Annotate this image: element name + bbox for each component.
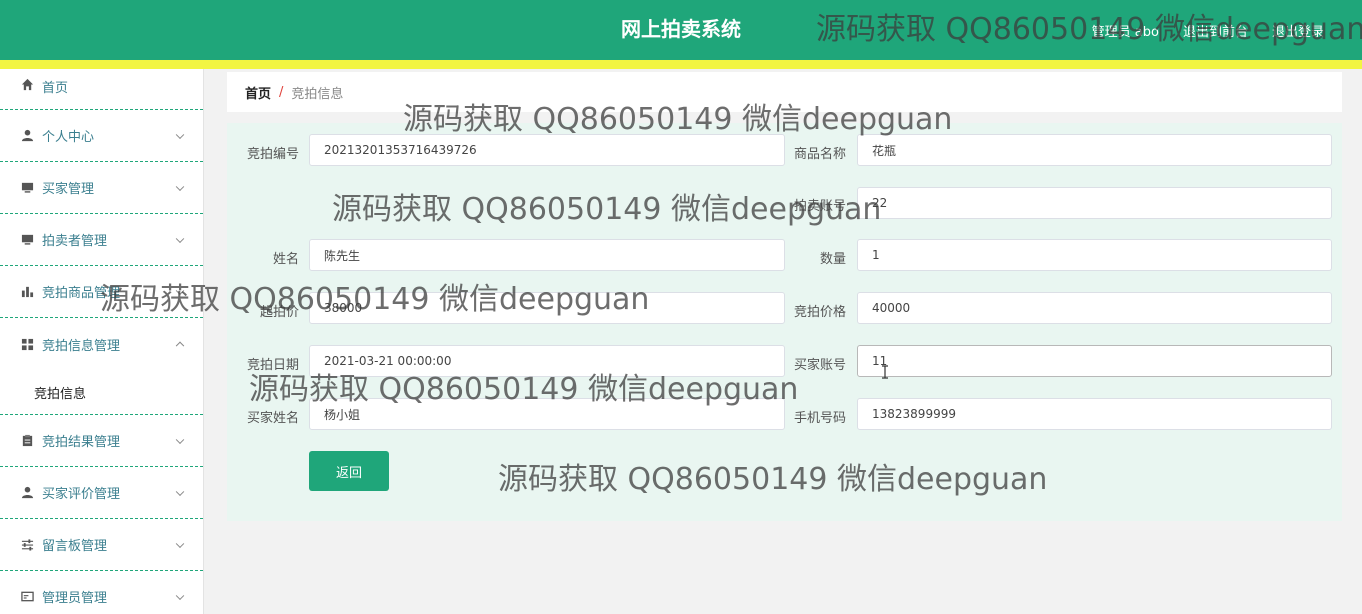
quantity-field[interactable] xyxy=(857,239,1332,271)
bid-date-field[interactable] xyxy=(309,345,785,377)
chevron-up-icon xyxy=(175,341,185,351)
sliders-icon xyxy=(20,538,34,552)
auction-number-field[interactable] xyxy=(309,134,785,166)
auction-number-label: 竞拍编号 xyxy=(246,147,299,162)
bid-price-label: 竞拍价格 xyxy=(793,305,846,320)
chevron-down-icon xyxy=(175,130,185,139)
auction-detail-form: 竞拍编号 商品名称 拍卖账号 姓名 数量 起拍价 竞拍价格 竞拍日期 买家账号 … xyxy=(227,123,1342,521)
card-icon xyxy=(20,590,34,604)
breadcrumb-home[interactable]: 首页 xyxy=(245,83,271,102)
sidebar-item-label: 竞拍商品管理 xyxy=(42,286,121,301)
grid-icon xyxy=(20,337,34,351)
name-field[interactable] xyxy=(309,239,785,271)
logout-link[interactable]: 退出登录 xyxy=(1272,21,1324,40)
name-label: 姓名 xyxy=(272,252,299,267)
bar-chart-icon xyxy=(20,285,34,299)
submenu-item-auction-info[interactable]: 竞拍信息 xyxy=(0,370,203,415)
chevron-down-icon xyxy=(175,182,185,191)
header-accent-bar xyxy=(0,60,1362,69)
seller-account-label: 拍卖账号 xyxy=(793,199,846,214)
sidebar-item-label: 个人中心 xyxy=(42,130,95,145)
back-button[interactable]: 返回 xyxy=(309,451,389,491)
sidebar-item-label: 竞拍结果管理 xyxy=(42,435,121,450)
user-icon xyxy=(20,486,34,500)
back-home-link[interactable]: 退出到前台 xyxy=(1183,21,1248,40)
sidebar-item-auction-info[interactable]: 竞拍信息管理 xyxy=(0,318,203,370)
monitor-icon xyxy=(20,181,34,195)
chevron-down-icon xyxy=(175,435,185,444)
breadcrumb-separator: / xyxy=(279,84,284,100)
sidebar-item-profile[interactable]: 个人中心 xyxy=(0,110,203,162)
starting-price-label: 起拍价 xyxy=(259,305,299,320)
product-name-label: 商品名称 xyxy=(793,147,846,162)
product-name-field[interactable] xyxy=(857,134,1332,166)
breadcrumb-current: 竞拍信息 xyxy=(291,86,344,102)
sidebar-item-auction-results[interactable]: 竞拍结果管理 xyxy=(0,415,203,467)
chevron-down-icon xyxy=(175,591,185,600)
bid-date-label: 竞拍日期 xyxy=(246,358,299,373)
sidebar-item-label: 买家管理 xyxy=(42,182,95,197)
user-icon xyxy=(20,129,34,143)
breadcrumb: 首页 / 竞拍信息 xyxy=(227,72,1342,112)
text-cursor-icon xyxy=(882,365,888,379)
sidebar-item-label: 留言板管理 xyxy=(42,539,108,554)
chevron-down-icon xyxy=(175,286,185,295)
sidebar-item-label: 买家评价管理 xyxy=(42,487,121,502)
sidebar: 首页 个人中心 买家管理 拍卖者管理 竞拍商品管理 竞拍信息管理 竞拍信息 竞拍… xyxy=(0,69,204,614)
chevron-down-icon xyxy=(175,487,185,496)
bid-price-field[interactable] xyxy=(857,292,1332,324)
header-actions: 管理员 abo 退出到前台 退出登录 xyxy=(1092,0,1324,60)
admin-label: 管理员 abo xyxy=(1091,24,1159,40)
monitor-icon xyxy=(20,233,34,247)
sidebar-item-home[interactable]: 首页 xyxy=(0,69,203,110)
buyer-account-field[interactable] xyxy=(857,345,1332,377)
sidebar-item-label: 首页 xyxy=(42,81,69,96)
quantity-label: 数量 xyxy=(819,252,846,267)
buyer-account-label: 买家账号 xyxy=(793,358,846,373)
buyer-name-field[interactable] xyxy=(309,398,785,430)
sidebar-item-auction-goods[interactable]: 竞拍商品管理 xyxy=(0,266,203,318)
sidebar-item-sellers[interactable]: 拍卖者管理 xyxy=(0,214,203,266)
sidebar-item-message-board[interactable]: 留言板管理 xyxy=(0,519,203,571)
chevron-down-icon xyxy=(175,539,185,548)
starting-price-field[interactable] xyxy=(309,292,785,324)
sidebar-item-buyer-reviews[interactable]: 买家评价管理 xyxy=(0,467,203,519)
phone-number-field[interactable] xyxy=(857,398,1332,430)
sidebar-item-admins[interactable]: 管理员管理 xyxy=(0,571,203,614)
clipboard-icon xyxy=(20,434,34,448)
sidebar-item-label: 拍卖者管理 xyxy=(42,234,108,249)
buyer-name-label: 买家姓名 xyxy=(246,411,299,426)
sidebar-item-label: 竞拍信息管理 xyxy=(42,338,121,354)
chevron-down-icon xyxy=(175,234,185,243)
phone-number-label: 手机号码 xyxy=(793,411,846,426)
sidebar-item-label: 管理员管理 xyxy=(42,591,108,606)
sidebar-item-buyers[interactable]: 买家管理 xyxy=(0,162,203,214)
home-icon xyxy=(20,77,34,91)
seller-account-field[interactable] xyxy=(857,187,1332,219)
